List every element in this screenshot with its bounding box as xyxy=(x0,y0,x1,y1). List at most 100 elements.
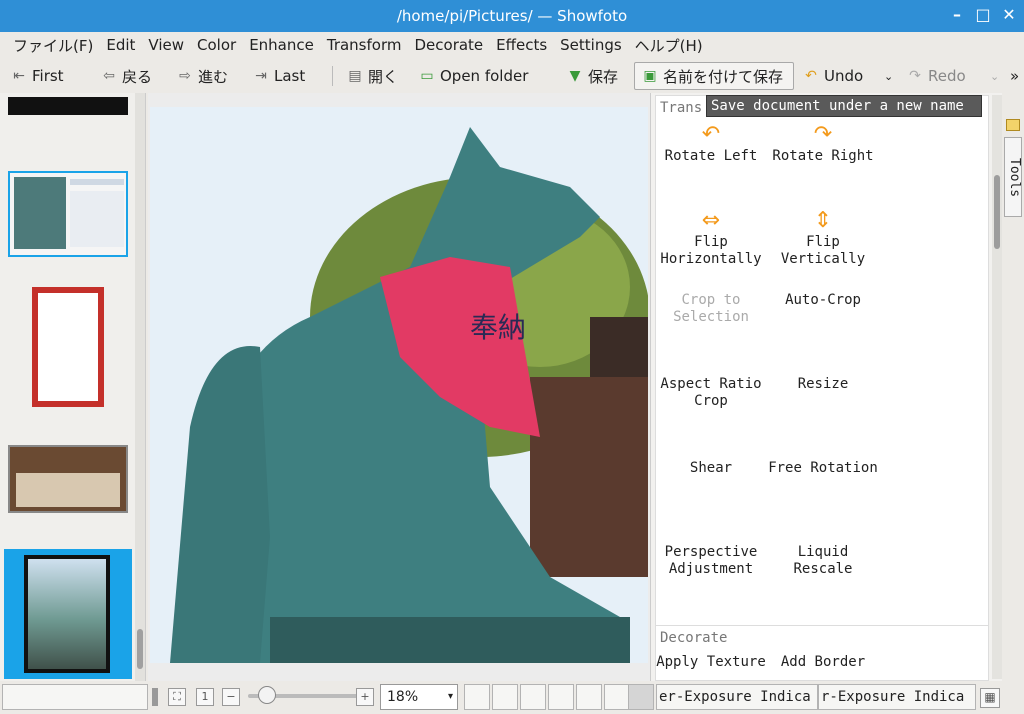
zoom-value: 18% xyxy=(387,689,419,705)
liquid-rescale-tool[interactable]: Liquid Rescale xyxy=(768,544,878,578)
menu-settings[interactable]: Settings xyxy=(560,36,622,54)
redo-dropdown-icon[interactable]: ⌄ xyxy=(984,62,1005,90)
tool-label: Flip Vertically xyxy=(780,234,866,267)
zoom-in-icon[interactable]: + xyxy=(356,688,374,706)
thumbnail-scroll-handle[interactable] xyxy=(137,629,143,669)
menu-view[interactable]: View xyxy=(148,36,184,54)
image-canvas[interactable]: 奉納 xyxy=(148,93,652,681)
maximize-icon[interactable]: □ xyxy=(974,5,992,25)
zoom-combo[interactable]: 18% ▾ xyxy=(380,684,458,710)
folder-icon[interactable] xyxy=(1006,119,1020,131)
menu-transform[interactable]: Transform xyxy=(327,36,402,54)
thumbnail-item[interactable] xyxy=(8,97,128,115)
resize-tool[interactable]: Resize xyxy=(768,376,878,393)
tool-label: Flip Horizontally xyxy=(660,234,762,267)
title-bar: /home/pi/Pictures/ — Showfoto – □ ✕ xyxy=(0,0,1024,32)
tool-label: Rotate Left xyxy=(664,148,758,164)
window-title: /home/pi/Pictures/ — Showfoto xyxy=(396,7,628,25)
undo-dropdown-icon[interactable]: ⌄ xyxy=(878,62,899,90)
flip-horizontally-tool[interactable]: ⇔ Flip Horizontally xyxy=(656,208,766,268)
save-as-button[interactable]: ▣ 名前を付けて保存 xyxy=(634,62,794,90)
crop-to-selection-tool[interactable]: Crop to Selection xyxy=(656,292,766,326)
shear-tool[interactable]: Shear xyxy=(656,460,766,477)
redo-button[interactable]: ↷ Redo xyxy=(900,62,972,90)
forward-label: 進む xyxy=(198,67,229,86)
forward-button[interactable]: ⇨ 進む xyxy=(170,62,234,90)
first-label: First xyxy=(32,67,64,85)
menu-enhance[interactable]: Enhance xyxy=(249,36,314,54)
save-as-tooltip: Save document under a new name xyxy=(706,95,982,117)
aspect-ratio-crop-tool[interactable]: Aspect Ratio Crop xyxy=(656,376,766,410)
zoom-100-icon[interactable]: 1 xyxy=(196,688,214,706)
status-slot xyxy=(464,684,490,710)
last-label: Last xyxy=(274,67,306,85)
status-message xyxy=(2,684,148,710)
back-button[interactable]: ⇦ 戻る xyxy=(94,62,158,90)
status-grip[interactable] xyxy=(152,688,158,706)
menu-edit[interactable]: Edit xyxy=(106,36,135,54)
tools-tab[interactable]: Tools xyxy=(1004,137,1022,217)
open-folder-button[interactable]: ▭ Open folder xyxy=(412,62,534,90)
status-slot xyxy=(604,684,630,710)
over-exposure-indicator[interactable]: r-Exposure Indica xyxy=(818,684,976,710)
flip-horizontal-icon: ⇔ xyxy=(701,208,721,233)
close-icon[interactable]: ✕ xyxy=(1000,5,1018,25)
menu-help[interactable]: ヘルプ(H) xyxy=(635,35,703,56)
open-folder-label: Open folder xyxy=(440,67,529,85)
last-button[interactable]: ⇥ Last xyxy=(246,62,311,90)
redo-icon: ↷ xyxy=(909,68,921,84)
flip-vertically-tool[interactable]: ⇕ Flip Vertically xyxy=(768,208,878,268)
tools-scrollbar[interactable] xyxy=(992,95,1002,679)
rotate-left-tool[interactable]: ↶ Rotate Left xyxy=(656,122,766,165)
thumbnail-item[interactable] xyxy=(8,171,128,257)
color-managed-icon[interactable]: ▦ xyxy=(980,688,1000,708)
free-rotation-tool[interactable]: Free Rotation xyxy=(768,460,878,477)
decorate-group: Decorate Apply Texture Add Border xyxy=(655,625,989,681)
menu-bar: ファイル(F) Edit View Color Enhance Transfor… xyxy=(0,32,1024,58)
zoom-out-icon[interactable]: − xyxy=(222,688,240,706)
rotate-left-icon: ↶ xyxy=(701,122,721,147)
menu-effects[interactable]: Effects xyxy=(496,36,547,54)
apply-texture-tool[interactable]: Apply Texture xyxy=(656,654,766,671)
zoom-slider-handle[interactable] xyxy=(258,686,276,704)
thumbnail-item[interactable] xyxy=(8,445,128,513)
menu-decorate[interactable]: Decorate xyxy=(414,36,483,54)
open-file-icon: ▤ xyxy=(348,68,362,84)
back-arrow-icon: ⇦ xyxy=(103,68,115,84)
status-slot xyxy=(628,684,654,710)
status-slot xyxy=(576,684,602,710)
under-exposure-indicator[interactable]: er-Exposure Indica xyxy=(656,684,818,710)
thumbnail-item-selected[interactable] xyxy=(4,549,132,679)
undo-button[interactable]: ↶ Undo xyxy=(796,62,869,90)
redo-label: Redo xyxy=(928,67,966,85)
auto-crop-tool[interactable]: Auto-Crop xyxy=(768,292,878,309)
thumbnail-scrollbar[interactable] xyxy=(135,93,145,681)
add-border-tool[interactable]: Add Border xyxy=(768,654,878,671)
toolbar-overflow[interactable]: » xyxy=(1004,62,1024,90)
minimize-icon[interactable]: – xyxy=(948,5,966,25)
last-icon: ⇥ xyxy=(255,68,267,84)
transform-group-title: Trans xyxy=(660,100,703,116)
chevron-down-icon: ▾ xyxy=(447,691,453,702)
menu-file[interactable]: ファイル(F) xyxy=(13,35,93,56)
save-as-icon: ▣ xyxy=(643,68,657,84)
menu-color[interactable]: Color xyxy=(197,36,236,54)
flip-vertical-icon: ⇕ xyxy=(813,208,833,233)
undo-icon: ↶ xyxy=(805,68,817,84)
tools-scroll-handle[interactable] xyxy=(994,175,1000,249)
open-button[interactable]: ▤ 開く xyxy=(340,62,404,90)
banner-text: 奉納 xyxy=(470,311,526,344)
zoom-fit-icon[interactable]: ⛶ xyxy=(168,688,186,706)
perspective-adjustment-tool[interactable]: Perspective Adjustment xyxy=(656,544,766,578)
save-as-label: 名前を付けて保存 xyxy=(663,67,784,86)
rotate-right-tool[interactable]: ↷ Rotate Right xyxy=(768,122,878,165)
save-label: 保存 xyxy=(588,67,619,86)
thumbnail-item[interactable] xyxy=(32,287,104,407)
forward-arrow-icon: ⇨ xyxy=(179,68,191,84)
save-icon: ▼ xyxy=(569,68,581,84)
save-button[interactable]: ▼ 保存 xyxy=(560,62,624,90)
right-sidebar: Tools xyxy=(1002,93,1024,681)
thumbnail-bar xyxy=(0,93,146,681)
tool-label: Rotate Right xyxy=(772,148,874,164)
first-button[interactable]: ⇤ First xyxy=(4,62,70,90)
